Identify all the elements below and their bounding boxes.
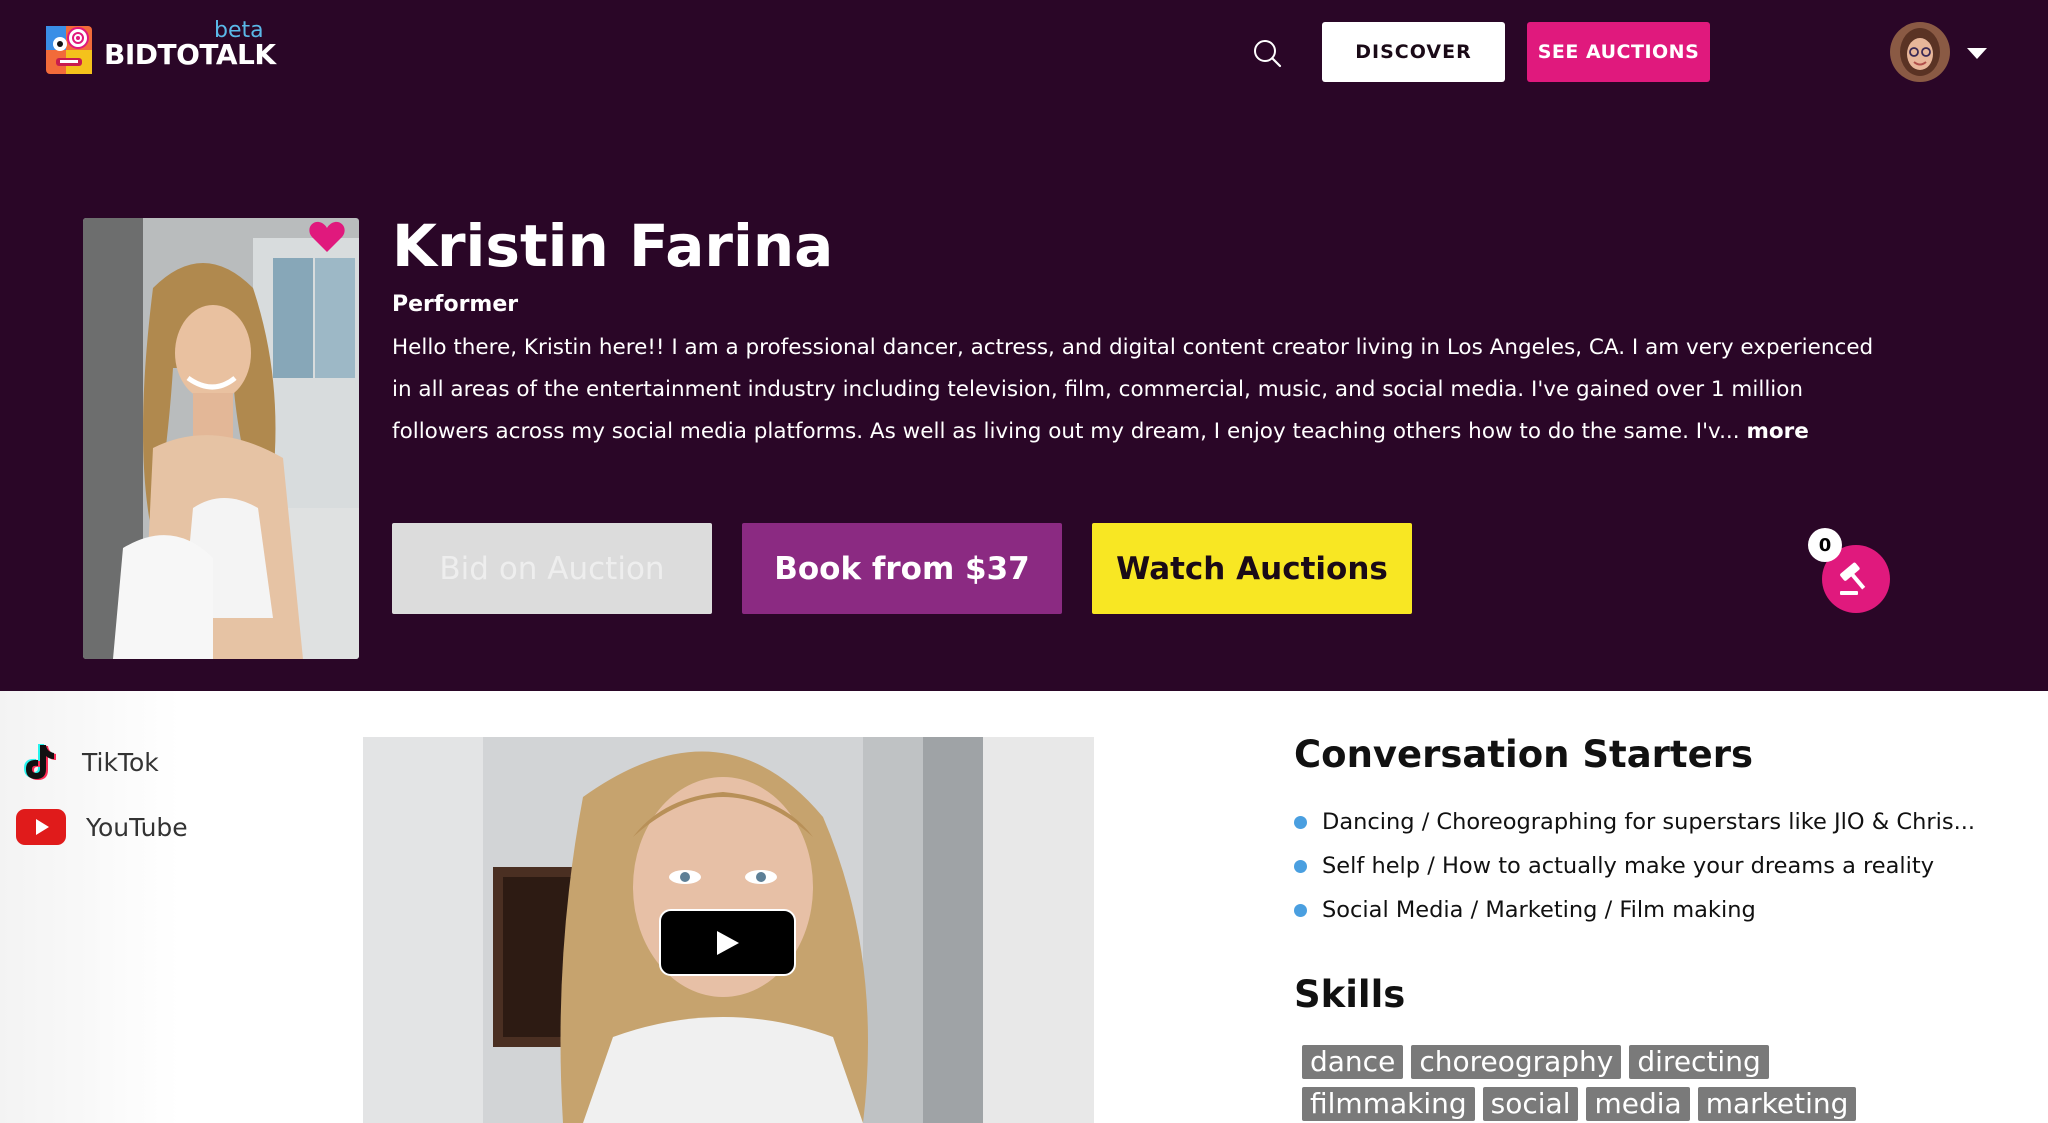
video-play-button[interactable] — [659, 909, 796, 976]
auction-count-badge: 0 — [1808, 528, 1842, 562]
skill-tag[interactable]: directing — [1629, 1045, 1769, 1079]
social-link-tiktok[interactable]: TikTok — [16, 739, 159, 785]
list-item: Social Media / Marketing / Film making — [1294, 888, 1975, 932]
list-item: Self help / How to actually make your dr… — [1294, 844, 1975, 888]
skill-tag[interactable]: marketing — [1697, 1087, 1857, 1121]
profile-bio: Hello there, Kristin here!! I am a profe… — [392, 327, 1892, 453]
tiktok-icon — [24, 744, 56, 780]
gavel-icon — [1840, 562, 1866, 595]
skill-tag[interactable]: social — [1482, 1087, 1579, 1121]
bio-more-link[interactable]: more — [1746, 419, 1808, 444]
skill-tag[interactable]: filmmaking — [1302, 1087, 1475, 1121]
profile-bio-text: Hello there, Kristin here!! I am a profe… — [392, 335, 1874, 444]
search-icon[interactable] — [1252, 38, 1284, 70]
logo-mark-icon — [44, 22, 96, 78]
conversation-starter-text: Dancing / Choreographing for superstars … — [1322, 809, 1976, 835]
chevron-down-icon[interactable] — [1966, 46, 1988, 60]
profile-role: Performer — [392, 292, 519, 317]
conversation-starter-text: Social Media / Marketing / Film making — [1322, 897, 1756, 923]
conversation-starters-list: Dancing / Choreographing for superstars … — [1294, 800, 1975, 932]
skills-title: Skills — [1294, 973, 1406, 1016]
skills-tags: dance choreography directing filmmaking … — [1302, 1045, 1902, 1121]
profile-name: Kristin Farina — [392, 212, 834, 280]
bullet-icon — [1294, 903, 1307, 917]
youtube-icon — [16, 809, 66, 845]
list-item: Dancing / Choreographing for superstars … — [1294, 800, 1975, 844]
see-auctions-button[interactable]: SEE AUCTIONS — [1527, 22, 1710, 82]
profile-photo — [83, 218, 359, 659]
conversation-starters-title: Conversation Starters — [1294, 733, 1753, 776]
bullet-icon — [1294, 859, 1307, 873]
play-icon — [716, 930, 739, 955]
bidtotalk-logo[interactable]: BIDTOTALK beta — [44, 18, 276, 78]
social-label-tiktok: TikTok — [82, 747, 159, 777]
book-button[interactable]: Book from $37 — [742, 523, 1062, 614]
user-avatar[interactable] — [1890, 22, 1950, 82]
bullet-icon — [1294, 815, 1307, 829]
favorite-heart-icon[interactable] — [308, 220, 346, 254]
conversation-starter-text: Self help / How to actually make your dr… — [1322, 853, 1935, 879]
beta-badge: beta — [214, 18, 264, 43]
discover-button[interactable]: DISCOVER — [1322, 22, 1505, 82]
bid-on-auction-button: Bid on Auction — [392, 523, 712, 614]
skill-tag[interactable]: dance — [1302, 1045, 1404, 1079]
social-links: TikTok YouTube — [0, 691, 300, 1123]
skill-tag[interactable]: choreography — [1411, 1045, 1622, 1079]
social-link-youtube[interactable]: YouTube — [16, 809, 188, 845]
watch-auctions-button[interactable]: Watch Auctions — [1092, 523, 1412, 614]
social-label-youtube: YouTube — [86, 812, 188, 842]
skill-tag[interactable]: media — [1586, 1087, 1690, 1121]
